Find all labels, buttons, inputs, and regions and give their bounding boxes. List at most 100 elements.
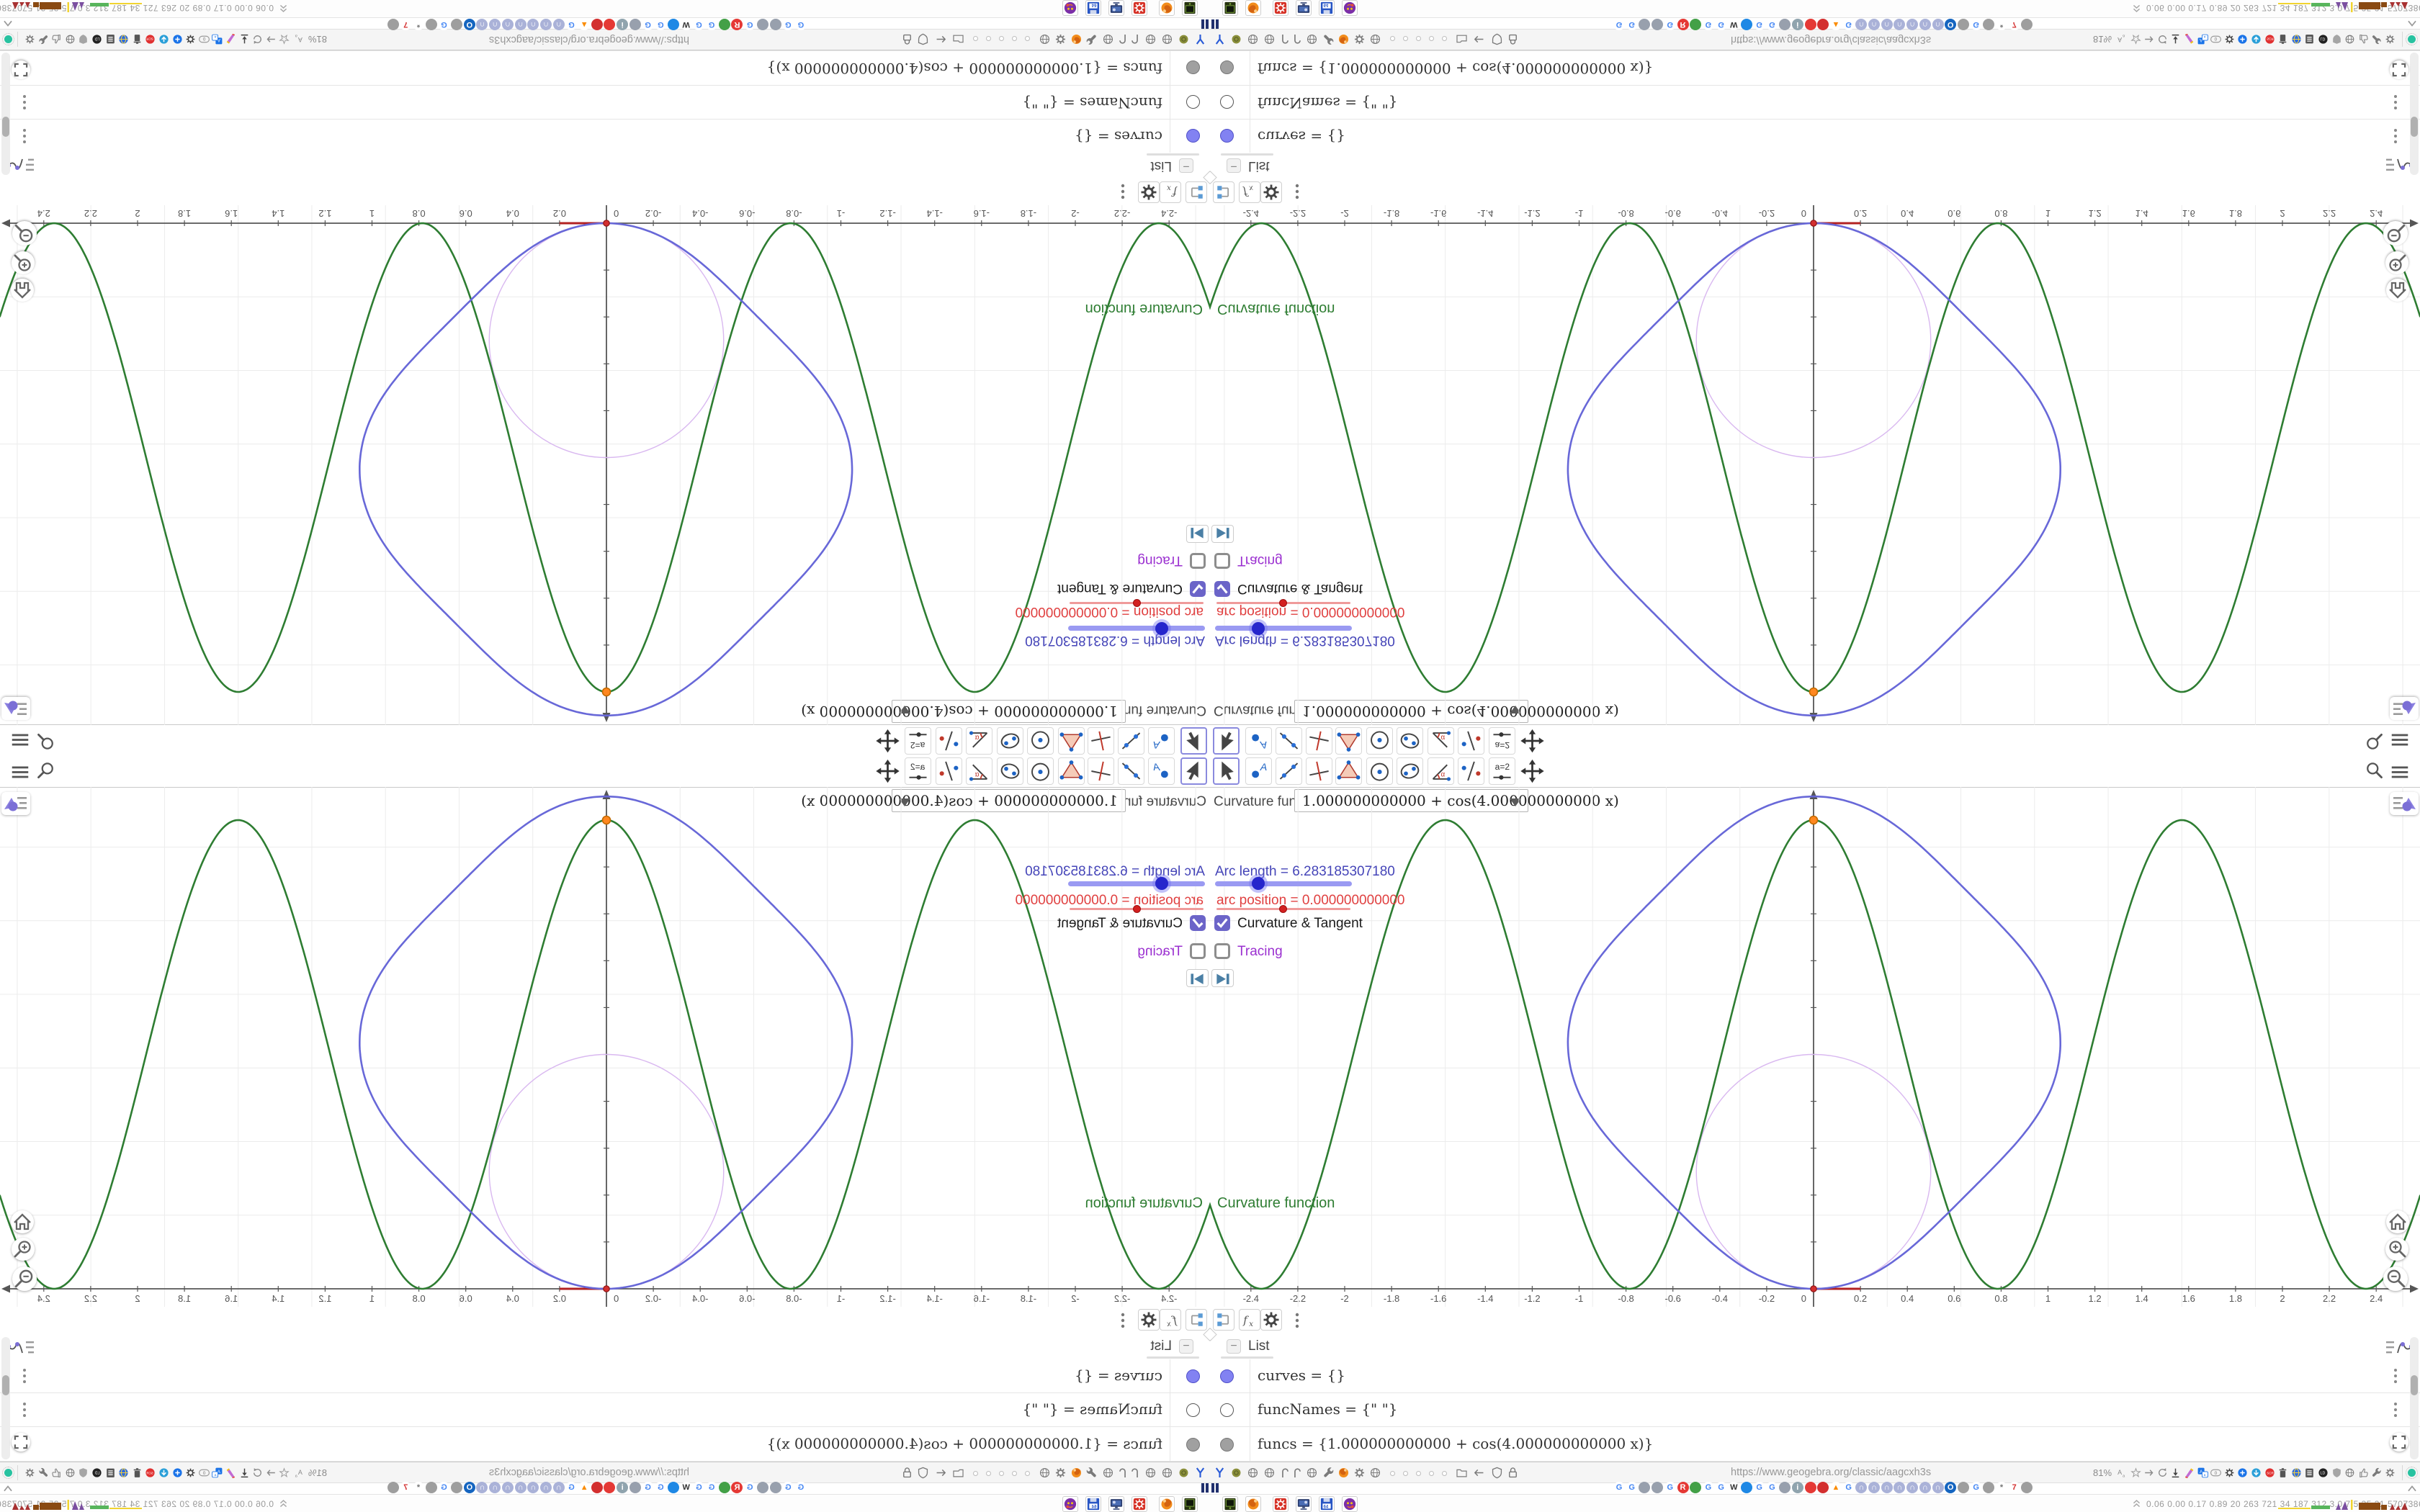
settings-gear-button[interactable] (1138, 181, 1160, 203)
y-logo[interactable] (1213, 32, 1227, 46)
bookmark-favicon[interactable] (1639, 1482, 1651, 1493)
settings-app[interactable] (1273, 0, 1289, 16)
collapse-list-button[interactable]: − (1227, 158, 1241, 173)
bookmark-favicon[interactable]: ∩ (501, 1482, 514, 1493)
status-dot-icon[interactable] (2406, 1467, 2418, 1479)
bookmark-favicon[interactable] (604, 19, 616, 30)
tracing-checkbox[interactable] (1214, 553, 1230, 569)
move-graphics-tool[interactable] (874, 727, 901, 755)
bookmark-favicon[interactable]: O (463, 19, 475, 30)
thumbs-up-icon[interactable] (2357, 33, 2370, 45)
arc-length-slider-handle[interactable] (1155, 877, 1168, 890)
arc-position-slider[interactable] (1216, 599, 1350, 607)
perpendicular-line-tool[interactable] (1088, 727, 1114, 755)
skip-to-end-button[interactable] (1186, 525, 1209, 543)
bookmark-favicon[interactable] (1957, 1482, 1969, 1493)
arc-length-slider[interactable] (1215, 877, 1352, 890)
zoom-in-button[interactable] (12, 251, 35, 274)
point-tool[interactable]: A (1148, 757, 1175, 785)
status-dot-icon[interactable] (2, 1467, 14, 1479)
bookmark-favicon[interactable]: G (642, 19, 654, 30)
bookmark-favicon[interactable]: ∩ (476, 1482, 488, 1493)
bookmark-favicon[interactable] (668, 19, 679, 30)
shield-gray-icon[interactable] (77, 33, 89, 45)
ld-badge-icon[interactable]: LD (91, 33, 103, 45)
scrollbar[interactable] (1, 1337, 10, 1459)
chevron-up-icon[interactable] (2406, 1483, 2419, 1493)
bookmark-favicon[interactable] (1983, 1482, 1995, 1493)
hook-icon[interactable] (1128, 1466, 1142, 1480)
globe-color-icon[interactable] (117, 1467, 130, 1479)
wrench-icon[interactable] (1085, 32, 1098, 46)
angle-tool[interactable]: α (1428, 727, 1454, 755)
visibility-toggle[interactable] (1186, 1437, 1200, 1452)
bookmark-favicon[interactable]: ∩ (1906, 1482, 1919, 1493)
trash-icon[interactable] (2277, 33, 2289, 45)
bookmark-favicon[interactable]: ∩ (552, 1482, 565, 1493)
bookmark-favicon[interactable]: ∩ (1855, 1482, 1868, 1493)
record-icon[interactable]: SCR (144, 33, 156, 45)
firefox-app[interactable] (1245, 0, 1261, 16)
down-circle-icon[interactable] (2250, 1467, 2262, 1479)
bookmark-favicon[interactable]: W (1728, 1482, 1740, 1493)
arc-position-slider[interactable] (1070, 599, 1204, 607)
folder-icon[interactable] (951, 1466, 965, 1480)
bookmark-favicon[interactable]: G (565, 19, 578, 30)
algebra-row-curves[interactable]: curves = {} (1210, 1359, 2420, 1393)
lock-icon[interactable] (1506, 32, 1520, 46)
bookmark-favicon[interactable]: ∩ (1932, 19, 1944, 30)
floppy64-app[interactable]: 64 (1085, 1496, 1101, 1512)
bookmark-favicon[interactable]: ∩ (489, 19, 501, 30)
lock-icon[interactable] (1506, 1466, 1520, 1480)
perpendicular-line-tool[interactable] (1306, 727, 1332, 755)
bookmark-favicon[interactable]: i (617, 19, 629, 30)
wrench-icon[interactable] (1322, 32, 1335, 46)
row-kebab-menu-icon[interactable] (19, 1367, 30, 1385)
gear-dark-icon[interactable] (2223, 33, 2236, 45)
zoom-in-button[interactable] (2385, 251, 2408, 274)
floppy64-app[interactable]: 64 (1319, 0, 1335, 16)
kebab-menu-icon[interactable] (1118, 1312, 1128, 1329)
globe-color-icon[interactable] (117, 33, 130, 45)
bookmark-favicon[interactable] (1690, 1482, 1702, 1493)
paint-icon[interactable] (2183, 1467, 2195, 1479)
url-text[interactable]: https://www.geogebra.org/classic/aagcxh3… (1731, 1467, 1931, 1478)
move-graphics-tool[interactable] (1519, 727, 1546, 755)
bookmark-favicon[interactable] (1779, 1482, 1791, 1493)
bookmark-favicon[interactable]: G (782, 19, 794, 30)
ld-badge-icon[interactable]: LD (2317, 33, 2329, 45)
star-icon[interactable] (2130, 33, 2142, 45)
bookmark-favicon[interactable] (591, 1482, 603, 1493)
algebra-row-funcNames[interactable]: funcNames = {" "} (0, 84, 1210, 119)
bookmark-favicon[interactable] (629, 1482, 641, 1493)
arc-length-slider[interactable] (1215, 622, 1352, 635)
chevron-up-icon[interactable] (2406, 19, 2419, 29)
record-icon[interactable]: SCR (2264, 1467, 2276, 1479)
reload-icon[interactable] (251, 1467, 264, 1479)
hook-icon[interactable] (1116, 1466, 1129, 1480)
bookmark-favicon[interactable]: G (642, 1482, 654, 1493)
lock-icon[interactable] (900, 1466, 914, 1480)
bookmark-favicon[interactable]: G (438, 19, 450, 30)
hook-icon[interactable] (1128, 32, 1142, 46)
slider-tool[interactable]: a=2 (905, 757, 931, 785)
bookmark-favicon[interactable]: ▲ (1829, 1482, 1842, 1493)
globe-icon[interactable] (1368, 32, 1382, 46)
bookmark-favicon[interactable]: ∩ (501, 19, 514, 30)
settings-gear-button[interactable] (1138, 1309, 1160, 1331)
globe-icon[interactable] (1144, 1466, 1157, 1480)
wrench-icon[interactable] (37, 1467, 50, 1479)
globe-icon[interactable] (1263, 1466, 1276, 1480)
bookmark-favicon[interactable] (387, 1482, 399, 1493)
chevron-up-icon[interactable] (1, 19, 14, 29)
status-dot-icon[interactable] (2, 33, 14, 45)
forward-arrow-icon[interactable] (2143, 1467, 2155, 1479)
record-icon[interactable]: SCR (2264, 33, 2276, 45)
screenshot-app[interactable] (1108, 1496, 1124, 1512)
bookmark-favicon[interactable] (1804, 19, 1816, 30)
ellipse-tool[interactable] (1397, 757, 1423, 785)
down-circle-icon[interactable] (158, 33, 170, 45)
bookmark-favicon[interactable]: G (1664, 1482, 1676, 1493)
bookmark-favicon[interactable]: G (1715, 19, 1727, 30)
arc-position-slider-handle[interactable] (1132, 905, 1141, 913)
